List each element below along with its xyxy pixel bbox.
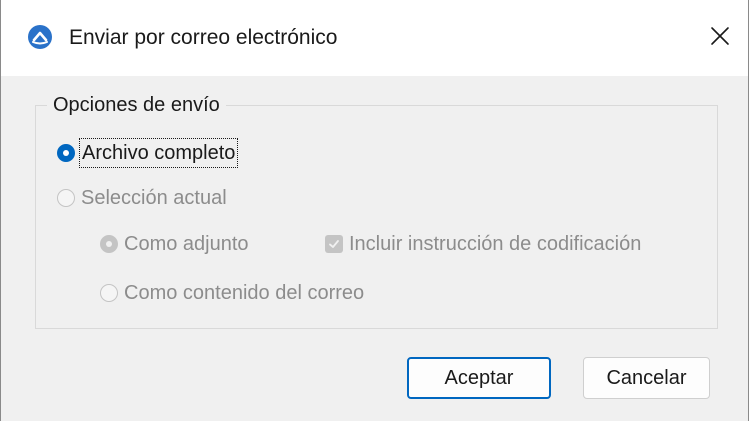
radio-como-adjunto[interactable]: Como adjunto xyxy=(100,231,249,257)
radio-selected-disabled-icon xyxy=(100,235,118,253)
dialog-content: Opciones de envío Archivo completo Selec… xyxy=(1,76,748,421)
radio-como-adjunto-label: Como adjunto xyxy=(124,233,249,255)
radio-archivo-completo-label: Archivo completo xyxy=(78,138,239,168)
radio-como-contenido-label: Como contenido del correo xyxy=(124,282,365,304)
radio-seleccion-actual-label: Selección actual xyxy=(81,187,227,209)
app-logo-icon xyxy=(28,25,52,49)
radio-selected-icon xyxy=(57,144,75,162)
radio-seleccion-actual[interactable]: Selección actual xyxy=(57,185,227,211)
close-icon xyxy=(711,27,729,45)
title-bar: Enviar por correo electrónico xyxy=(1,0,748,76)
checkbox-incluir-codificacion[interactable]: Incluir instrucción de codificación xyxy=(325,231,641,257)
radio-archivo-completo[interactable]: Archivo completo xyxy=(57,138,239,168)
checkbox-checked-icon xyxy=(325,235,343,253)
dialog-window: Enviar por correo electrónico Opciones d… xyxy=(0,0,749,421)
radio-unselected-icon xyxy=(100,284,118,302)
dialog-title: Enviar por correo electrónico xyxy=(69,26,338,49)
cancel-button[interactable]: Cancelar xyxy=(583,357,710,399)
checkbox-incluir-codificacion-label: Incluir instrucción de codificación xyxy=(349,233,642,255)
accept-button[interactable]: Aceptar xyxy=(407,357,551,399)
radio-unselected-icon xyxy=(57,189,75,207)
send-options-legend: Opciones de envío xyxy=(47,92,226,118)
close-button[interactable] xyxy=(698,14,742,58)
radio-como-contenido[interactable]: Como contenido del correo xyxy=(100,280,364,306)
